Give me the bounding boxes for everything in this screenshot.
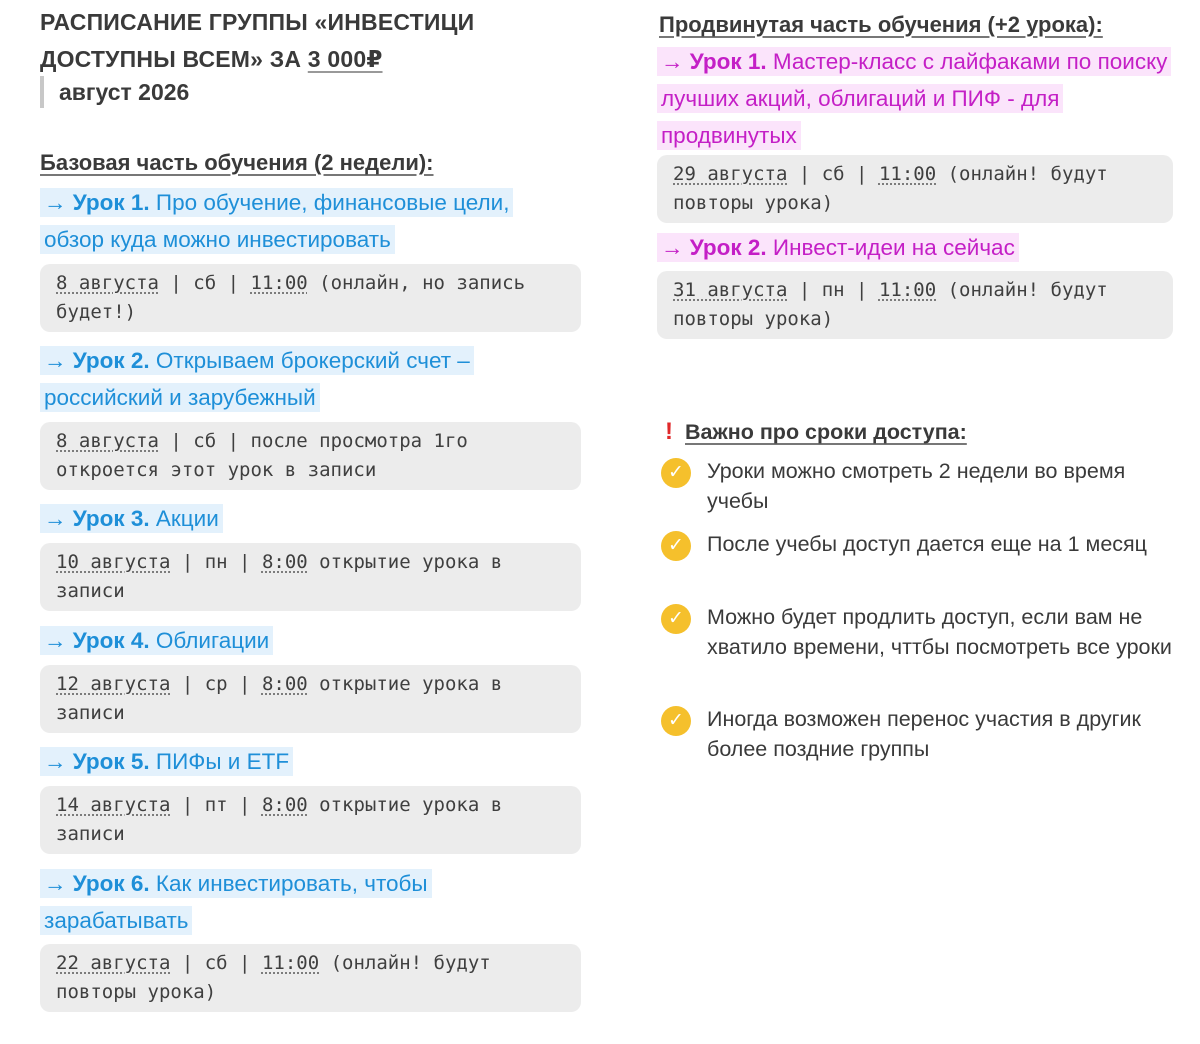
- basic-section-heading: Базовая часть обучения (2 недели):: [40, 150, 434, 175]
- basic-lesson-5-schedule: 14 августа | пт | 8:00 открытие урока в …: [40, 786, 581, 854]
- important-item: ✓ Уроки можно смотреть 2 недели во время…: [657, 456, 1182, 520]
- advanced-lesson-2-schedule: 31 августа | пн | 11:00 (онлайн! будут п…: [657, 271, 1173, 339]
- basic-lesson-2-schedule: 8 августа | сб | после просмотра 1го отк…: [40, 422, 581, 490]
- basic-lesson-4-schedule: 12 августа | ср | 8:00 открытие урока в …: [40, 665, 581, 733]
- basic-lesson-3-title: → Урок 3. Акции: [40, 500, 580, 537]
- checkmark-icon: ✓: [661, 458, 691, 488]
- advanced-section-heading: Продвинутая часть обучения (+2 урока):: [659, 12, 1103, 37]
- basic-lesson-6-title: → Урок 6. Как инвестировать, чтобы зараб…: [40, 865, 480, 939]
- basic-lesson-1-title: → Урок 1. Про обучение, финансовые цели,…: [40, 184, 555, 258]
- price: 3 000₽: [307, 46, 383, 72]
- checkmark-icon: ✓: [661, 706, 691, 736]
- advanced-lesson-2-title: → Урок 2. Инвест-идеи на сейчас: [657, 229, 1172, 266]
- important-item: ✓ После учебы доступ дается еще на 1 мес…: [657, 529, 1182, 593]
- checkmark-icon: ✓: [661, 604, 691, 634]
- basic-lesson-1-schedule: 8 августа | сб | 11:00 (онлайн, но запис…: [40, 264, 581, 332]
- page-title: РАСПИСАНИЕ ГРУППЫ «ИНВЕСТИЦИ ДОСТУПНЫ ВС…: [40, 9, 475, 72]
- advanced-lesson-1-title: → Урок 1. Мастер-класс с лайфаками по по…: [657, 43, 1172, 154]
- basic-lesson-5-title: → Урок 5. ПИФы и ETF: [40, 743, 580, 780]
- advanced-lesson-1-schedule: 29 августа | сб | 11:00 (онлайн! будут п…: [657, 155, 1173, 223]
- basic-lesson-4-title: → Урок 4. Облигации: [40, 622, 580, 659]
- basic-lesson-3-schedule: 10 августа | пн | 8:00 открытие урока в …: [40, 543, 581, 611]
- important-item: ✓ Можно будет продлить доступ, если вам …: [657, 602, 1182, 696]
- exclamation-icon: !: [665, 418, 673, 445]
- basic-lesson-6-schedule: 22 августа | сб | 11:00 (онлайн! будут п…: [40, 944, 581, 1012]
- month-quote: август 2026: [40, 76, 189, 108]
- checkmark-icon: ✓: [661, 531, 691, 561]
- basic-lesson-2-title: → Урок 2. Открываем брокерский счет – ро…: [40, 342, 530, 416]
- important-heading: ! Важно про сроки доступа:: [665, 418, 967, 445]
- important-item: ✓ Иногда возможен перенос участия в друг…: [657, 704, 1182, 768]
